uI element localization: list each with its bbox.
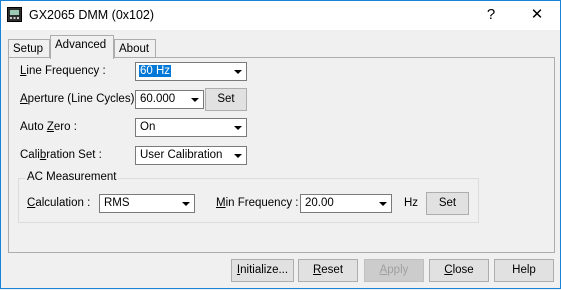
chevron-down-icon[interactable]: [186, 91, 203, 108]
line-frequency-label: Line Frequency :: [20, 65, 106, 77]
dialog-window: GX2065 DMM (0x102) ? ✕ Setup Advanced Ab…: [0, 0, 561, 289]
initialize-button[interactable]: Initialize...: [231, 259, 294, 282]
calibration-set-label: Calibration Set :: [20, 149, 102, 161]
chevron-down-icon[interactable]: [229, 147, 246, 164]
chevron-down-icon[interactable]: [374, 195, 391, 212]
auto-zero-value: On: [140, 121, 156, 133]
reset-button[interactable]: Reset: [298, 259, 358, 282]
close-button[interactable]: Close: [429, 259, 489, 282]
line-frequency-value: 60 Hz: [139, 65, 172, 77]
line-frequency-select[interactable]: 60 Hz: [135, 62, 247, 81]
calculation-value: RMS: [104, 197, 130, 209]
min-frequency-unit: Hz: [404, 197, 419, 209]
calculation-select[interactable]: RMS: [99, 194, 195, 213]
aperture-label: Aperture (Line Cycles) :: [20, 93, 141, 105]
calibration-set-value: User Calibration: [140, 149, 223, 161]
calculation-label: Calculation :: [27, 197, 91, 209]
aperture-value: 60.000: [140, 93, 176, 105]
chevron-down-icon[interactable]: [177, 195, 194, 212]
aperture-set-button[interactable]: Set: [205, 88, 247, 111]
min-frequency-set-button[interactable]: Set: [426, 192, 469, 215]
apply-button[interactable]: Apply: [364, 259, 424, 282]
chevron-down-icon[interactable]: [229, 63, 246, 80]
calibration-set-select[interactable]: User Calibration: [135, 146, 247, 165]
help-button[interactable]: Help: [494, 259, 554, 282]
panel-content: Line Frequency : 60 Hz Aperture (Line Cy…: [1, 1, 561, 290]
chevron-down-icon[interactable]: [229, 119, 246, 136]
min-frequency-value: 20.00: [305, 197, 334, 209]
aperture-select[interactable]: 60.000: [135, 90, 204, 109]
auto-zero-label: Auto Zero :: [20, 121, 77, 133]
auto-zero-select[interactable]: On: [135, 118, 247, 137]
ac-measurement-title: AC Measurement: [25, 171, 119, 183]
min-frequency-select[interactable]: 20.00: [300, 194, 392, 213]
min-frequency-label: Min Frequency :: [216, 197, 299, 209]
